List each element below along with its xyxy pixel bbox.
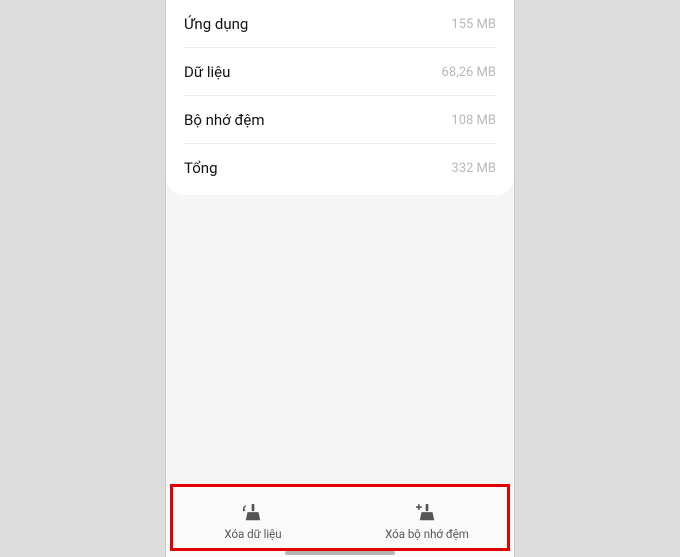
storage-row-total: Tổng 332 MB — [184, 144, 496, 195]
action-label: Xóa bộ nhớ đệm — [385, 527, 469, 541]
clear-cache-button[interactable]: Xóa bộ nhớ đệm — [340, 486, 514, 557]
broom-reset-icon — [241, 503, 265, 523]
spacer — [166, 195, 514, 485]
storage-settings-screen: Ứng dụng 155 MB Dữ liệu 68,26 MB Bộ nhớ … — [165, 0, 515, 557]
bottom-action-bar: Xóa dữ liệu Xóa bộ nhớ đệm — [166, 485, 514, 557]
row-value: 332 MB — [451, 161, 496, 176]
nav-indicator — [285, 551, 395, 555]
row-label: Bộ nhớ đệm — [184, 111, 265, 129]
row-label: Tổng — [184, 159, 218, 177]
broom-plus-icon — [415, 503, 439, 523]
storage-card: Ứng dụng 155 MB Dữ liệu 68,26 MB Bộ nhớ … — [166, 0, 514, 195]
action-label: Xóa dữ liệu — [224, 527, 281, 541]
clear-data-button[interactable]: Xóa dữ liệu — [166, 486, 340, 557]
row-value: 108 MB — [451, 113, 496, 128]
row-label: Ứng dụng — [184, 15, 248, 33]
storage-row-data[interactable]: Dữ liệu 68,26 MB — [184, 48, 496, 96]
storage-row-cache[interactable]: Bộ nhớ đệm 108 MB — [184, 96, 496, 144]
row-value: 68,26 MB — [442, 65, 496, 80]
row-label: Dữ liệu — [184, 63, 230, 81]
storage-row-app[interactable]: Ứng dụng 155 MB — [184, 0, 496, 48]
row-value: 155 MB — [451, 17, 496, 32]
